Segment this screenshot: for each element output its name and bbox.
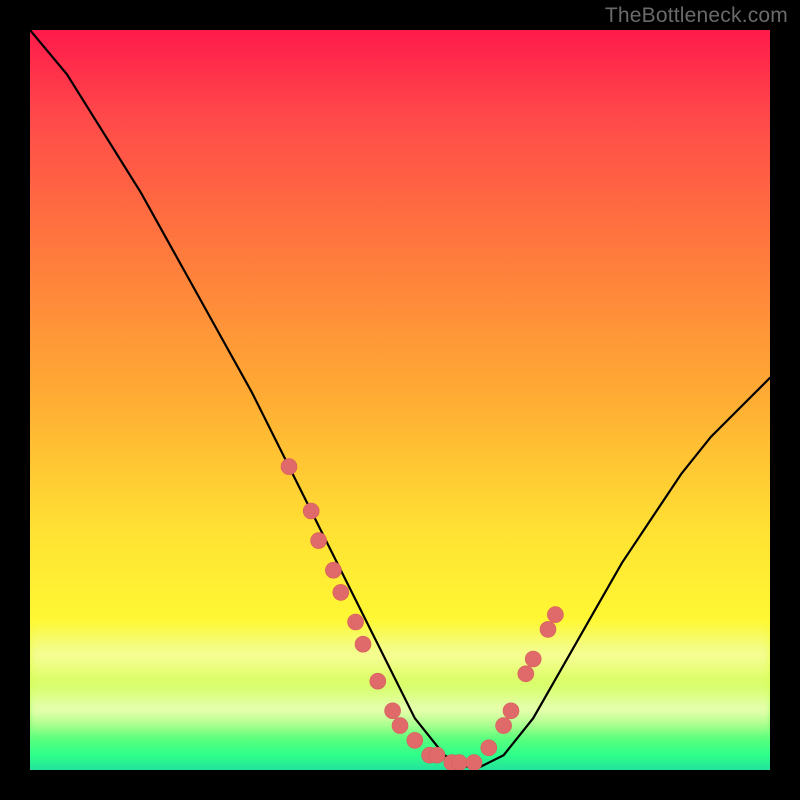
highlight-dot bbox=[518, 666, 534, 682]
highlight-dot bbox=[407, 732, 423, 748]
highlight-dot bbox=[348, 614, 364, 630]
highlight-dot bbox=[547, 607, 563, 623]
bottleneck-curve-line bbox=[30, 30, 770, 770]
highlighted-dots-group bbox=[281, 459, 563, 770]
highlight-dot bbox=[325, 562, 341, 578]
highlight-dot bbox=[355, 636, 371, 652]
highlight-dot bbox=[281, 459, 297, 475]
bottleneck-curve-svg bbox=[30, 30, 770, 770]
highlight-dot bbox=[385, 703, 401, 719]
highlight-dot bbox=[451, 755, 467, 770]
highlight-dot bbox=[496, 718, 512, 734]
watermark-text: TheBottleneck.com bbox=[605, 4, 788, 28]
highlight-dot bbox=[503, 703, 519, 719]
highlight-dot bbox=[303, 503, 319, 519]
highlight-dot bbox=[370, 673, 386, 689]
highlight-dot bbox=[540, 621, 556, 637]
highlight-dot bbox=[392, 718, 408, 734]
highlight-dot bbox=[466, 755, 482, 770]
highlight-dot bbox=[429, 747, 445, 763]
highlight-dot bbox=[333, 584, 349, 600]
highlight-dot bbox=[525, 651, 541, 667]
outer-frame: TheBottleneck.com bbox=[0, 0, 800, 800]
highlight-dot bbox=[481, 740, 497, 756]
plot-area bbox=[30, 30, 770, 770]
highlight-dot bbox=[311, 533, 327, 549]
